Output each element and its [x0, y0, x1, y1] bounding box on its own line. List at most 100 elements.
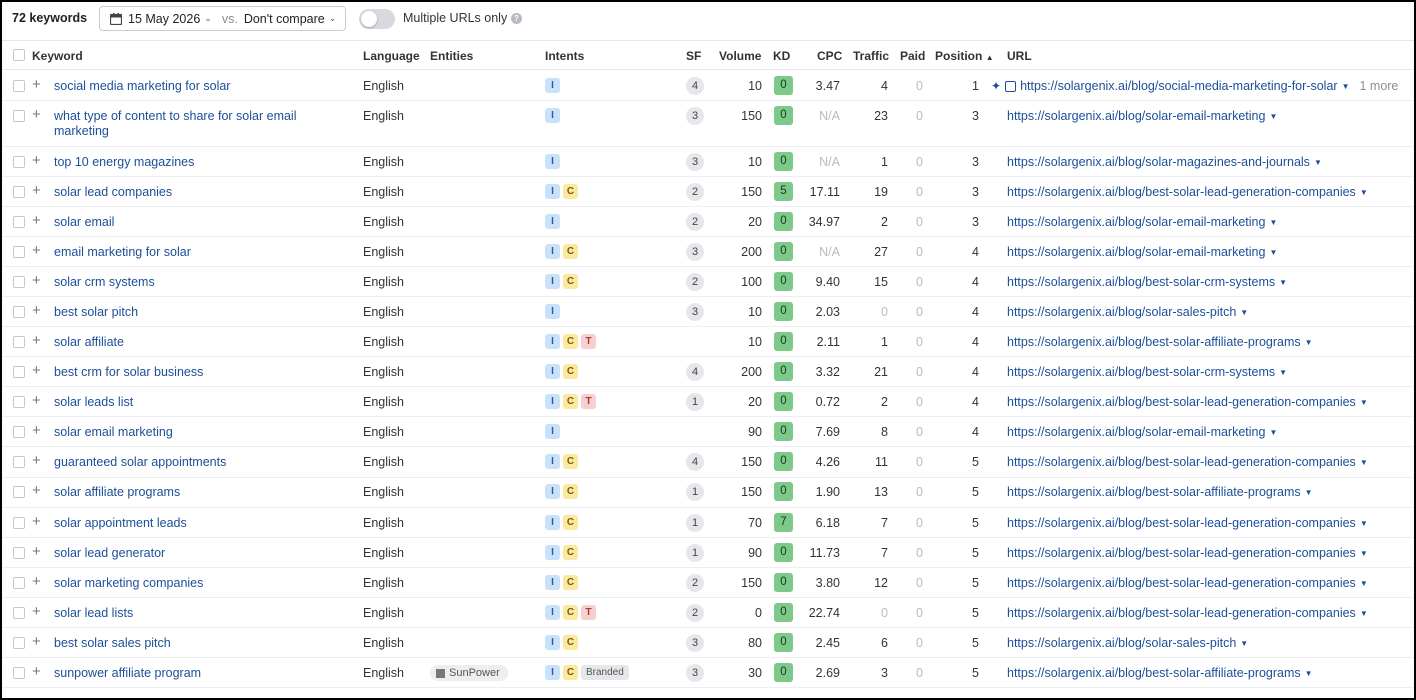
- col-language[interactable]: Language: [363, 49, 420, 63]
- multiple-urls-toggle[interactable]: [359, 9, 395, 29]
- chevron-down-icon[interactable]: ▼: [1360, 188, 1368, 197]
- row-checkbox[interactable]: [13, 110, 25, 122]
- add-to-list-icon[interactable]: +: [32, 363, 41, 378]
- add-to-list-icon[interactable]: +: [32, 604, 41, 619]
- url-link[interactable]: https://solargenix.ai/blog/solar-sales-p…: [1007, 305, 1236, 319]
- add-to-list-icon[interactable]: +: [32, 213, 41, 228]
- keyword-link[interactable]: solar lead lists: [54, 606, 309, 621]
- col-position[interactable]: Position ▲: [935, 49, 994, 63]
- row-checkbox[interactable]: [13, 366, 25, 378]
- col-volume[interactable]: Volume: [719, 49, 761, 63]
- row-checkbox[interactable]: [13, 577, 25, 589]
- date-compare-button[interactable]: 15 May 2026 ⌄ vs. Don't compare ⌄: [99, 6, 346, 31]
- row-checkbox[interactable]: [13, 186, 25, 198]
- row-checkbox[interactable]: [13, 156, 25, 168]
- add-to-list-icon[interactable]: +: [32, 544, 41, 559]
- url-link[interactable]: https://solargenix.ai/blog/best-solar-le…: [1007, 546, 1356, 560]
- url-link[interactable]: https://solargenix.ai/blog/solar-magazin…: [1007, 155, 1310, 169]
- chevron-down-icon[interactable]: ▼: [1360, 458, 1368, 467]
- url-link[interactable]: https://solargenix.ai/blog/best-solar-af…: [1007, 485, 1301, 499]
- url-link[interactable]: https://solargenix.ai/blog/solar-sales-p…: [1007, 636, 1236, 650]
- chevron-down-icon[interactable]: ▼: [1360, 398, 1368, 407]
- add-to-list-icon[interactable]: +: [32, 423, 41, 438]
- col-entities[interactable]: Entities: [430, 49, 473, 63]
- url-link[interactable]: https://solargenix.ai/blog/best-solar-cr…: [1007, 365, 1275, 379]
- row-checkbox[interactable]: [13, 607, 25, 619]
- entity-chip[interactable]: SunPower: [430, 665, 508, 681]
- col-paid[interactable]: Paid: [900, 49, 925, 63]
- chevron-down-icon[interactable]: ▼: [1269, 428, 1277, 437]
- row-checkbox[interactable]: [13, 486, 25, 498]
- row-checkbox[interactable]: [13, 276, 25, 288]
- keyword-link[interactable]: social media marketing for solar: [54, 79, 309, 94]
- select-all-checkbox[interactable]: [13, 49, 25, 61]
- row-checkbox[interactable]: [13, 456, 25, 468]
- chevron-down-icon[interactable]: ▼: [1360, 519, 1368, 528]
- url-link[interactable]: https://solargenix.ai/blog/best-solar-le…: [1007, 606, 1356, 620]
- keyword-link[interactable]: guaranteed solar appointments: [54, 455, 309, 470]
- keyword-link[interactable]: solar lead companies: [54, 185, 309, 200]
- chevron-down-icon[interactable]: ▼: [1269, 112, 1277, 121]
- col-sf[interactable]: SF: [686, 49, 701, 63]
- chevron-down-icon[interactable]: ▼: [1314, 158, 1322, 167]
- keyword-link[interactable]: solar leads list: [54, 395, 309, 410]
- keyword-link[interactable]: email marketing for solar: [54, 245, 309, 260]
- help-icon[interactable]: ?: [511, 13, 522, 24]
- chevron-down-icon[interactable]: ▼: [1305, 338, 1313, 347]
- url-link[interactable]: https://solargenix.ai/blog/best-solar-af…: [1007, 335, 1301, 349]
- keyword-link[interactable]: best solar sales pitch: [54, 636, 309, 651]
- keyword-link[interactable]: solar email: [54, 215, 309, 230]
- chevron-down-icon[interactable]: ▼: [1360, 609, 1368, 618]
- keyword-link[interactable]: solar affiliate programs: [54, 485, 309, 500]
- add-to-list-icon[interactable]: +: [32, 393, 41, 408]
- add-to-list-icon[interactable]: +: [32, 453, 41, 468]
- keyword-link[interactable]: solar lead generator: [54, 546, 309, 561]
- keyword-link[interactable]: sunpower affiliate program: [54, 666, 309, 681]
- keyword-link[interactable]: solar marketing companies: [54, 576, 309, 591]
- chevron-down-icon[interactable]: ▼: [1360, 549, 1368, 558]
- chevron-down-icon[interactable]: ▼: [1305, 488, 1313, 497]
- add-to-list-icon[interactable]: +: [32, 243, 41, 258]
- row-checkbox[interactable]: [13, 80, 25, 92]
- keyword-link[interactable]: top 10 energy magazines: [54, 155, 309, 170]
- add-to-list-icon[interactable]: +: [32, 634, 41, 649]
- keyword-link[interactable]: solar crm systems: [54, 275, 309, 290]
- url-link[interactable]: https://solargenix.ai/blog/solar-email-m…: [1007, 425, 1265, 439]
- add-to-list-icon[interactable]: +: [32, 273, 41, 288]
- url-link[interactable]: https://solargenix.ai/blog/best-solar-le…: [1007, 576, 1356, 590]
- keyword-link[interactable]: best crm for solar business: [54, 365, 309, 380]
- col-cpc[interactable]: CPC: [817, 49, 842, 63]
- url-link[interactable]: https://solargenix.ai/blog/solar-email-m…: [1007, 109, 1265, 123]
- row-checkbox[interactable]: [13, 306, 25, 318]
- keyword-link[interactable]: solar appointment leads: [54, 516, 309, 531]
- chevron-down-icon[interactable]: ▼: [1305, 669, 1313, 678]
- col-traffic[interactable]: Traffic: [853, 49, 889, 63]
- row-checkbox[interactable]: [13, 426, 25, 438]
- url-link[interactable]: https://solargenix.ai/blog/solar-email-m…: [1007, 245, 1265, 259]
- add-to-list-icon[interactable]: +: [32, 303, 41, 318]
- chevron-down-icon[interactable]: ▼: [1342, 82, 1350, 91]
- keyword-link[interactable]: solar email marketing: [54, 425, 309, 440]
- keyword-link[interactable]: solar affiliate: [54, 335, 309, 350]
- col-intents[interactable]: Intents: [545, 49, 584, 63]
- url-link[interactable]: https://solargenix.ai/blog/best-solar-le…: [1007, 455, 1356, 469]
- row-checkbox[interactable]: [13, 396, 25, 408]
- add-to-list-icon[interactable]: +: [32, 107, 41, 122]
- chevron-down-icon[interactable]: ▼: [1240, 308, 1248, 317]
- row-checkbox[interactable]: [13, 547, 25, 559]
- url-link[interactable]: https://solargenix.ai/blog/best-solar-le…: [1007, 185, 1356, 199]
- add-to-list-icon[interactable]: +: [32, 483, 41, 498]
- chevron-down-icon[interactable]: ▼: [1269, 218, 1277, 227]
- row-checkbox[interactable]: [13, 517, 25, 529]
- url-link[interactable]: https://solargenix.ai/blog/best-solar-le…: [1007, 516, 1356, 530]
- url-link[interactable]: https://solargenix.ai/blog/best-solar-cr…: [1007, 275, 1275, 289]
- keyword-link[interactable]: what type of content to share for solar …: [54, 109, 309, 139]
- chevron-down-icon[interactable]: ▼: [1240, 639, 1248, 648]
- add-to-list-icon[interactable]: +: [32, 77, 41, 92]
- col-kd[interactable]: KD: [773, 49, 790, 63]
- add-to-list-icon[interactable]: +: [32, 574, 41, 589]
- chevron-down-icon[interactable]: ▼: [1279, 368, 1287, 377]
- chevron-down-icon[interactable]: ▼: [1269, 248, 1277, 257]
- add-to-list-icon[interactable]: +: [32, 514, 41, 529]
- add-to-list-icon[interactable]: +: [32, 664, 41, 679]
